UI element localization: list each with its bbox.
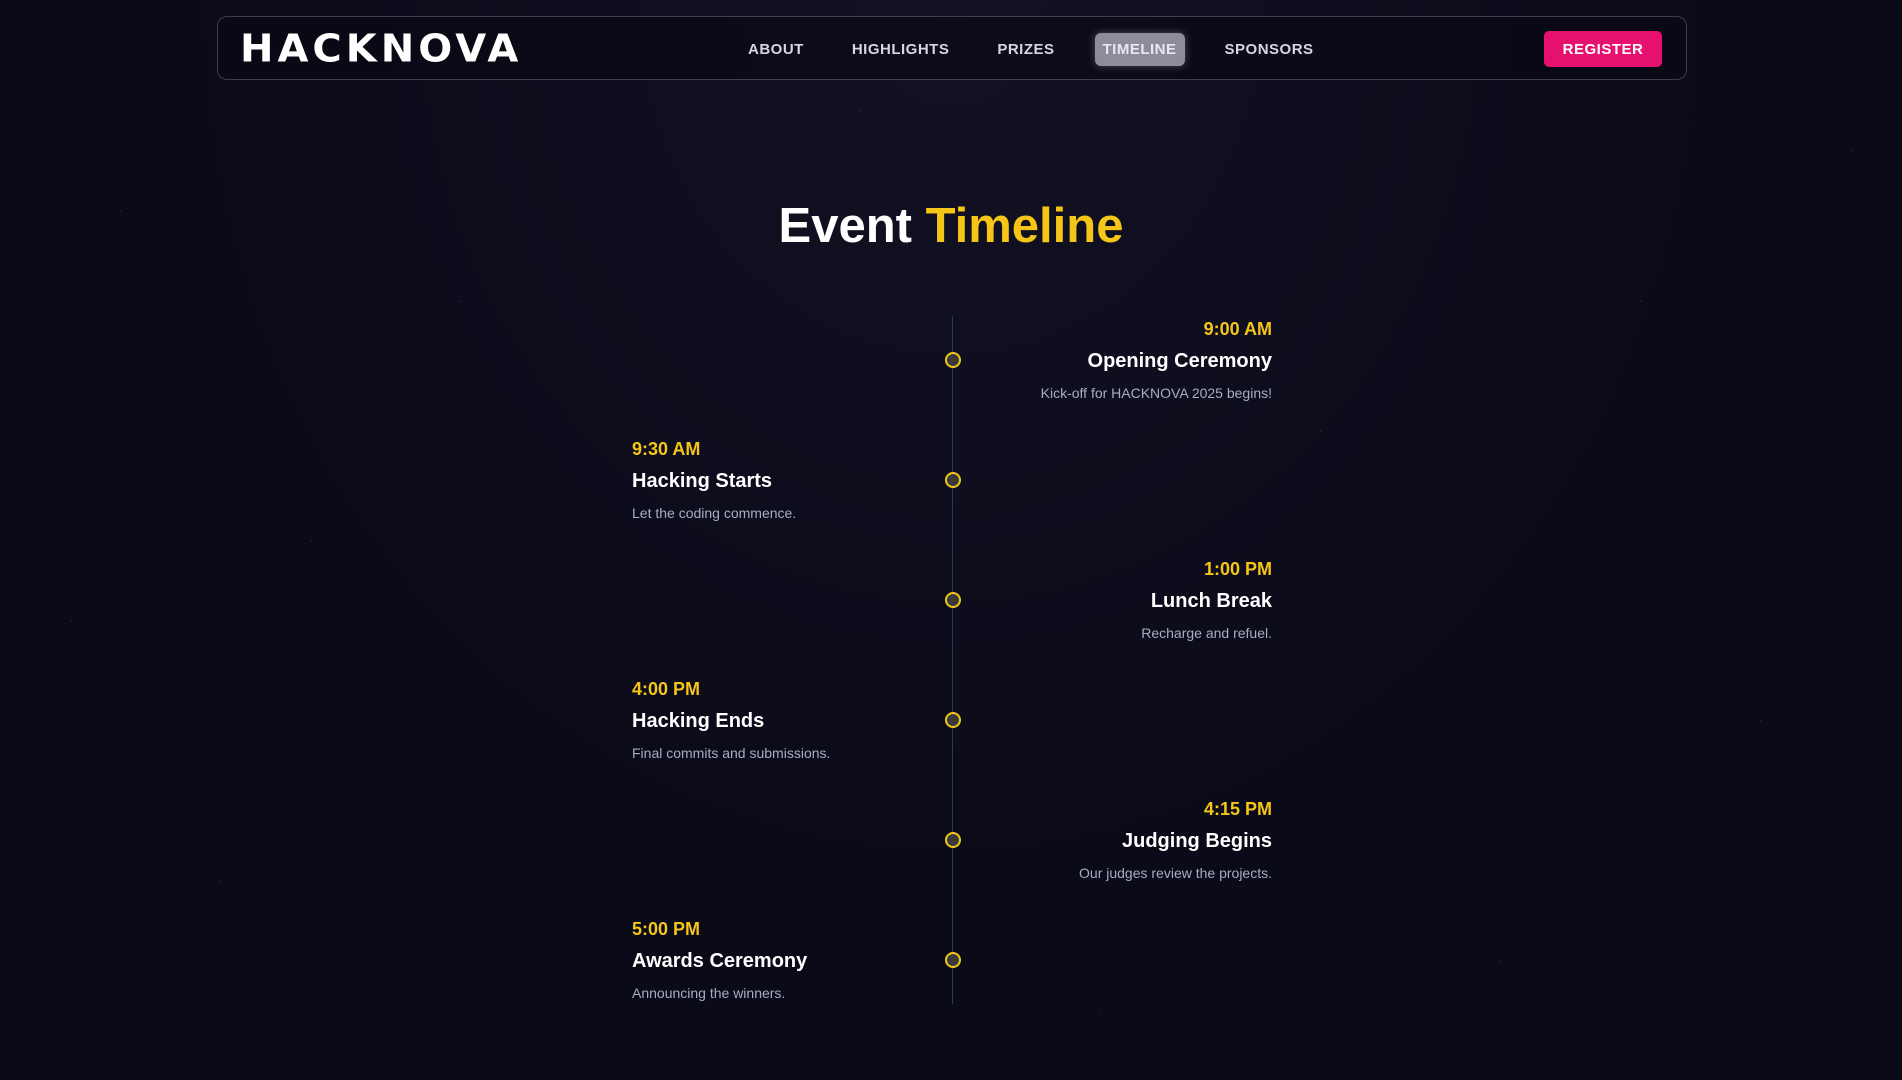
background-speck	[1500, 960, 1502, 962]
register-button[interactable]: REGISTER	[1544, 31, 1662, 67]
timeline-item: 9:30 AM Hacking Starts Let the coding co…	[632, 438, 952, 522]
timeline-title: Awards Ceremony	[632, 950, 808, 972]
nav-link-timeline[interactable]: TIMELINE	[1094, 32, 1185, 66]
timeline-title: Hacking Starts	[632, 470, 773, 492]
hacknova-logo[interactable]: HACKNOVA	[240, 29, 518, 69]
timeline-description: Let the coding commence.	[632, 505, 797, 521]
timeline-title: Opening Ceremony	[1087, 350, 1272, 372]
timeline-dot	[945, 472, 961, 488]
background-speck	[220, 880, 222, 882]
background-speck	[310, 540, 312, 542]
nav-links: ABOUT HIGHLIGHTS PRIZES TIMELINE SPONSOR…	[740, 32, 1354, 66]
timeline-item: 5:00 PM Awards Ceremony Announcing the w…	[632, 918, 952, 1002]
top-navbar: HACKNOVA ABOUT HIGHLIGHTS PRIZES TIMELIN…	[217, 16, 1687, 80]
timeline-dot	[945, 832, 961, 848]
background-speck	[1850, 150, 1852, 152]
timeline-description: Recharge and refuel.	[1141, 625, 1272, 641]
section-title-main: Event	[778, 199, 926, 253]
nav-link-sponsors[interactable]: SPONSORS	[1217, 33, 1322, 66]
section-title: Event Timeline	[0, 196, 1902, 256]
timeline-item: 4:00 PM Hacking Ends Final commits and s…	[632, 678, 952, 762]
timeline-title: Judging Begins	[1122, 830, 1272, 852]
background-speck	[1100, 1010, 1102, 1012]
timeline-description: Our judges review the projects.	[1079, 865, 1272, 881]
nav-link-prizes[interactable]: PRIZES	[989, 33, 1062, 66]
background-speck	[1640, 300, 1642, 302]
timeline-item: 9:00 AM Opening Ceremony Kick-off for HA…	[952, 318, 1272, 402]
timeline-dot	[945, 952, 961, 968]
timeline-line	[952, 316, 953, 1004]
timeline-description: Kick-off for HACKNOVA 2025 begins!	[1040, 385, 1272, 401]
background-speck	[70, 620, 72, 622]
nav-link-about[interactable]: ABOUT	[740, 33, 812, 66]
background-speck	[460, 300, 462, 302]
timeline-time: 9:00 AM	[1203, 319, 1272, 339]
background-speck	[120, 210, 122, 212]
timeline-time: 9:30 AM	[632, 439, 701, 459]
background-speck	[1760, 720, 1762, 722]
logo-text: HACKNOVA	[240, 27, 523, 71]
timeline-item: 4:15 PM Judging Begins Our judges review…	[952, 798, 1272, 882]
timeline-time: 5:00 PM	[632, 919, 701, 939]
timeline-dot	[945, 592, 961, 608]
background-speck	[860, 110, 862, 112]
timeline-item: 1:00 PM Lunch Break Recharge and refuel.	[952, 558, 1272, 642]
timeline-title: Hacking Ends	[632, 710, 765, 732]
timeline-dot	[945, 352, 961, 368]
timeline-time: 4:15 PM	[1203, 799, 1272, 819]
timeline-dot	[945, 712, 961, 728]
timeline-time: 1:00 PM	[1203, 559, 1272, 579]
timeline-time: 4:00 PM	[632, 679, 701, 699]
timeline-description: Announcing the winners.	[632, 985, 786, 1001]
background-speck	[1320, 430, 1322, 432]
nav-link-highlights[interactable]: HIGHLIGHTS	[844, 33, 958, 66]
timeline-description: Final commits and submissions.	[632, 745, 831, 761]
timeline-title: Lunch Break	[1150, 590, 1272, 612]
section-title-accent: Timeline	[925, 199, 1124, 253]
